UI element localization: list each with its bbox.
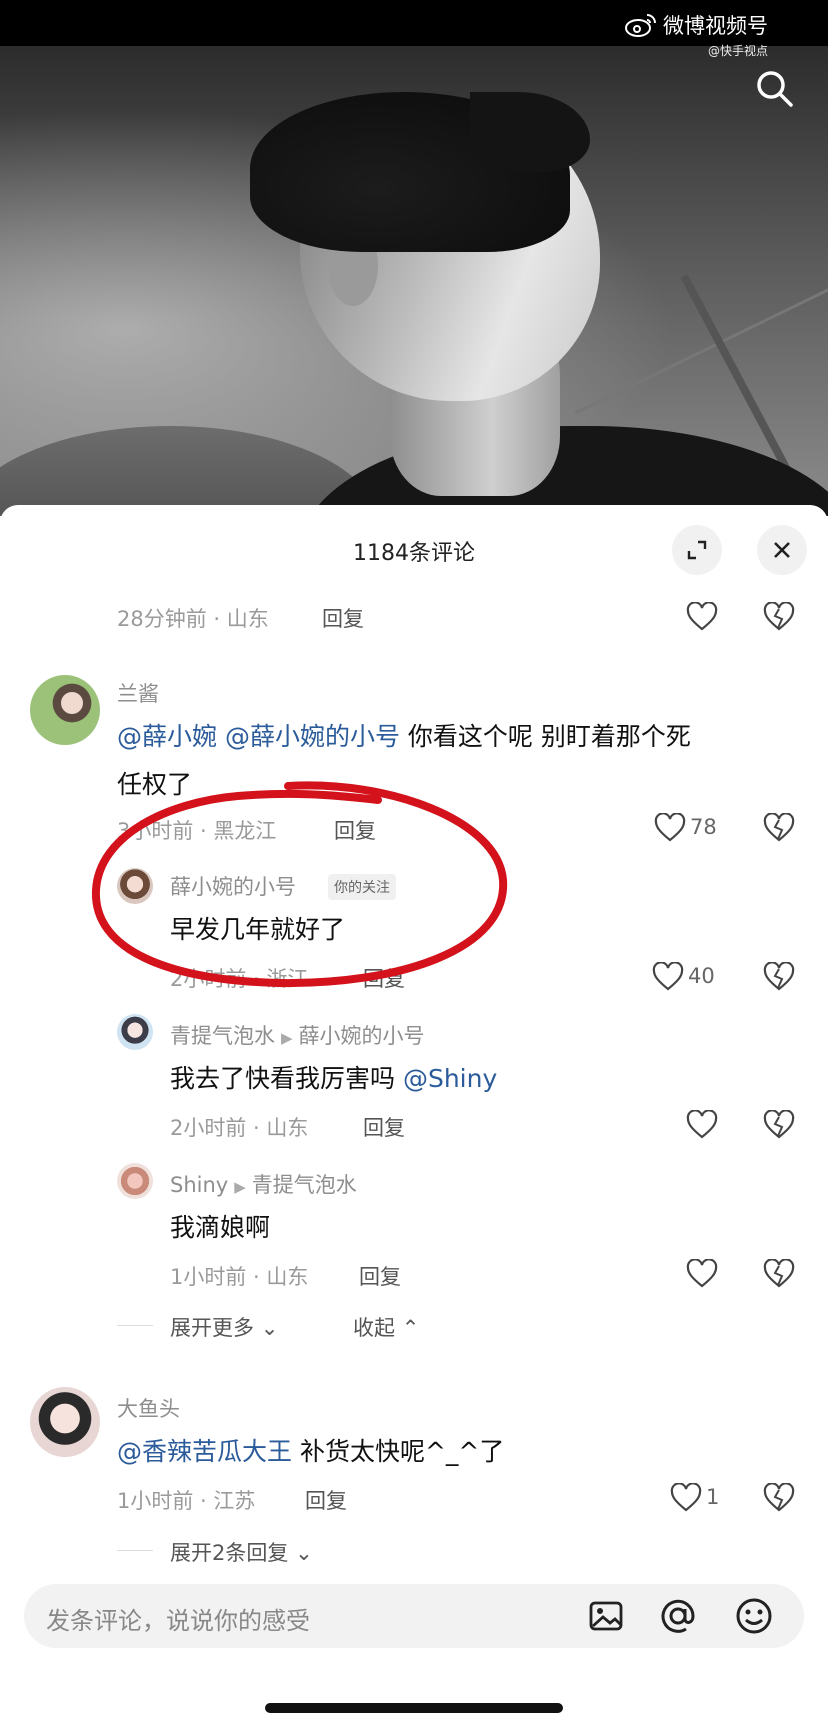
like-icon[interactable] (686, 602, 718, 632)
comment-meta: 3小时前 · 黑龙江 (117, 819, 277, 843)
video-player[interactable] (0, 46, 828, 516)
mention-link[interactable]: @薛小婉 (117, 722, 217, 751)
avatar[interactable] (30, 675, 100, 745)
reply-button[interactable]: 回复 (305, 1485, 347, 1515)
comment-meta: 28分钟前 · 山东 (117, 607, 269, 631)
dislike-icon[interactable] (763, 813, 795, 843)
like-icon[interactable] (686, 1259, 718, 1289)
avatar[interactable] (117, 868, 153, 904)
search-icon[interactable] (752, 66, 796, 110)
comment-input-bar[interactable]: 发条评论，说说你的感受 (24, 1584, 804, 1648)
home-indicator[interactable] (265, 1703, 563, 1713)
dislike-icon[interactable] (763, 1110, 795, 1140)
dislike-icon[interactable] (763, 962, 795, 992)
expand-sheet-button[interactable] (672, 525, 722, 575)
comment-username: Shiny ▶ 青提气泡水 (170, 1169, 357, 1199)
dislike-icon[interactable] (763, 1259, 795, 1289)
weibo-icon (625, 14, 656, 37)
avatar[interactable] (117, 1014, 153, 1050)
divider (117, 1325, 153, 1326)
chevron-down-icon: ⌄ (260, 1316, 279, 1340)
comment-text-line1: 你看这个呢 别盯着那个死 (399, 722, 691, 751)
avatar[interactable] (117, 1163, 153, 1199)
image-icon[interactable] (586, 1596, 626, 1636)
dislike-icon[interactable] (763, 602, 795, 632)
expand-more-button[interactable]: 展开更多 ⌄ (170, 1312, 278, 1342)
comment-username: 青提气泡水 ▶ 薛小婉的小号 (170, 1020, 425, 1050)
reply-author[interactable]: 青提气泡水 (170, 1024, 275, 1048)
like-count: 78 (690, 815, 717, 839)
divider (117, 1550, 153, 1551)
avatar[interactable] (30, 1387, 100, 1457)
comment-username[interactable]: 大鱼头 (117, 1393, 180, 1423)
chevron-up-icon: ⌃ (401, 1316, 420, 1340)
following-badge: 你的关注 (328, 874, 396, 900)
comment-text-body: 我去了快看我厉害吗 (170, 1064, 403, 1093)
collapse-button[interactable]: 收起 ⌃ (353, 1312, 419, 1342)
comment-meta: 1小时前 · 山东 (170, 1265, 309, 1289)
expand-replies-button[interactable]: 展开2条回复 ⌄ (170, 1537, 313, 1567)
chevron-down-icon: ⌄ (295, 1541, 313, 1565)
watermark: 微博视频号 @快手视点 (625, 10, 768, 59)
comment-text: @香辣苦瓜大王 补货太快呢^_^了 (117, 1427, 504, 1477)
like-count: 1 (706, 1485, 720, 1509)
reply-button[interactable]: 回复 (359, 1261, 401, 1291)
comment-meta: 2小时前 · 山东 (170, 1116, 309, 1140)
watermark-brand: 微博视频号 (663, 14, 768, 38)
mention-link[interactable]: @Shiny (403, 1064, 497, 1093)
comment-text: 早发几年就好了 (170, 915, 346, 944)
comment-meta: 2小时前 · 浙江 (170, 967, 309, 991)
comment-text-line2: 任权了 (117, 770, 193, 799)
comment-text-body: 补货太快呢^_^了 (292, 1437, 505, 1466)
emoji-icon[interactable] (734, 1596, 774, 1636)
reply-target[interactable]: 薛小婉的小号 (299, 1024, 425, 1048)
expand-more-label: 展开更多 (170, 1316, 254, 1340)
close-icon (774, 542, 790, 558)
comment-text: 我滴娘啊 (170, 1213, 271, 1242)
comment-text: 我去了快看我厉害吗 @Shiny (170, 1054, 497, 1104)
comment-text: @薛小婉 @薛小婉的小号 你看这个呢 别盯着那个死 (117, 712, 691, 762)
comment-username[interactable]: 兰酱 (117, 678, 159, 708)
comment-username[interactable]: 薛小婉的小号 (170, 871, 296, 901)
screen: 微博视频号 @快手视点 1184条评论 28分钟前 · 山东 回复 兰酱 @薛小… (0, 0, 828, 1726)
reply-author[interactable]: Shiny (170, 1173, 228, 1197)
collapse-label: 收起 (353, 1316, 395, 1340)
mention-link[interactable]: @香辣苦瓜大王 (117, 1437, 292, 1466)
reply-button[interactable]: 回复 (334, 815, 376, 845)
like-icon[interactable] (686, 1110, 718, 1140)
like-icon[interactable] (654, 813, 686, 843)
comment-input-placeholder[interactable]: 发条评论，说说你的感受 (46, 1601, 310, 1636)
like-icon[interactable] (652, 962, 684, 992)
watermark-logo: 微博视频号 (625, 10, 768, 40)
reply-arrow-icon: ▶ (234, 1178, 246, 1196)
watermark-handle: @快手视点 (707, 44, 768, 58)
reply-button[interactable]: 回复 (363, 1112, 405, 1142)
comment-meta: 1小时前 · 江苏 (117, 1489, 256, 1513)
reply-target[interactable]: 青提气泡水 (252, 1173, 357, 1197)
expand-replies-label: 展开2条回复 (170, 1541, 289, 1565)
expand-icon (687, 540, 707, 560)
like-icon[interactable] (670, 1483, 702, 1513)
reply-button[interactable]: 回复 (322, 603, 364, 633)
reply-button[interactable]: 回复 (363, 963, 405, 993)
mention-icon[interactable] (658, 1596, 698, 1636)
mention-link[interactable]: @薛小婉的小号 (225, 722, 400, 751)
like-count: 40 (688, 964, 715, 988)
reply-arrow-icon: ▶ (281, 1029, 293, 1047)
dislike-icon[interactable] (763, 1483, 795, 1513)
close-sheet-button[interactable] (757, 525, 807, 575)
